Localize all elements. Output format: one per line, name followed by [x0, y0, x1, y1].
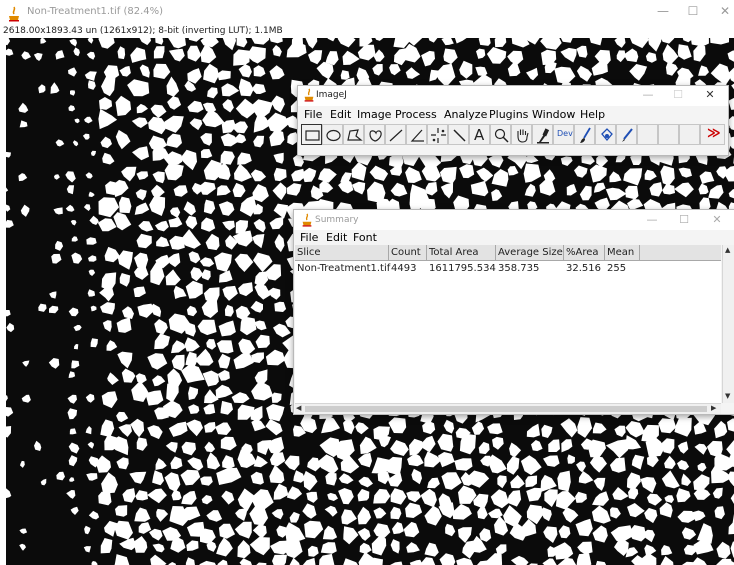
cell-total-area: 1611795.534: [429, 263, 496, 274]
summary-menubar: File Edit Font: [294, 231, 734, 245]
summary-menu-file[interactable]: File: [300, 231, 318, 244]
blank-tool-slot[interactable]: [637, 124, 658, 145]
brush-tool-icon[interactable]: [574, 124, 595, 145]
java-icon: [9, 6, 19, 22]
menu-analyze[interactable]: Analyze: [444, 108, 487, 121]
menu-plugins[interactable]: Plugins: [489, 108, 528, 121]
scroll-left-arrow-icon[interactable]: ◀: [296, 404, 301, 412]
imagej-window: ImageJ — ☐ ✕ File Edit Image Process Ana…: [297, 85, 729, 156]
text-tool-glyph: A: [474, 126, 485, 144]
image-info-line: 2618.00x1893.43 un (1261x912); 8-bit (in…: [3, 26, 283, 36]
cell-percent-area: 32.516: [566, 263, 601, 274]
close-button[interactable]: ✕: [698, 88, 722, 101]
column-header-count[interactable]: Count: [389, 245, 427, 260]
polygon-tool-icon[interactable]: [343, 124, 364, 145]
multipoint-tool-icon[interactable]: [427, 124, 448, 145]
blank-tool-slot[interactable]: [679, 124, 700, 145]
cell-count: 4493: [391, 263, 417, 274]
angle-tool-icon[interactable]: [406, 124, 427, 145]
menu-edit[interactable]: Edit: [330, 108, 351, 121]
scroll-right-arrow-icon[interactable]: ▶: [711, 404, 716, 412]
java-icon: [302, 213, 312, 227]
maximize-button[interactable]: ☐: [666, 88, 690, 101]
menu-process[interactable]: Process: [395, 108, 437, 121]
column-header-total-area[interactable]: Total Area: [427, 245, 496, 260]
scroll-up-arrow-icon[interactable]: ▲: [725, 246, 730, 254]
wand-tool-icon[interactable]: [448, 124, 469, 145]
maximize-button[interactable]: ☐: [681, 4, 705, 18]
cell-slice: Non-Treatment1.tif: [297, 263, 391, 274]
text-tool-icon[interactable]: A: [469, 124, 490, 145]
summary-title: Summary: [315, 215, 359, 225]
minimize-button[interactable]: —: [651, 4, 675, 18]
summary-window: Summary — ☐ ✕ File Edit Font Slice Count…: [293, 209, 734, 415]
table-header: Slice Count Total Area Average Size %Are…: [295, 245, 721, 261]
freehand-tool-icon[interactable]: [364, 124, 385, 145]
imagej-menubar: File Edit Image Process Analyze Plugins …: [298, 106, 728, 123]
pencil-tool-icon[interactable]: [616, 124, 637, 145]
more-tools-icon[interactable]: ≫: [700, 124, 725, 145]
line-tool-icon[interactable]: [385, 124, 406, 145]
column-header-slice[interactable]: Slice: [295, 245, 389, 260]
maximize-button[interactable]: ☐: [672, 213, 696, 226]
summary-menu-font[interactable]: Font: [353, 231, 377, 244]
close-button[interactable]: ✕: [713, 4, 734, 18]
imagej-titlebar[interactable]: ImageJ — ☐ ✕: [298, 86, 728, 106]
horizontal-scrollbar[interactable]: ◀ ▶: [295, 403, 721, 414]
menu-image[interactable]: Image: [357, 108, 391, 121]
flood-fill-tool-icon[interactable]: [595, 124, 616, 145]
summary-titlebar[interactable]: Summary — ☐ ✕: [294, 210, 734, 230]
horizontal-scroll-thumb[interactable]: [305, 406, 707, 412]
scroll-down-arrow-icon[interactable]: ▼: [725, 392, 730, 400]
developer-menu-icon[interactable]: Dev: [553, 124, 574, 145]
imagej-title: ImageJ: [316, 90, 347, 100]
summary-menu-edit[interactable]: Edit: [326, 231, 347, 244]
cell-mean: 255: [607, 263, 627, 274]
magnifier-tool-icon[interactable]: [490, 124, 511, 145]
cell-average-size: 358.735: [498, 263, 540, 274]
imagej-toolbar: A Dev ≫: [301, 124, 725, 146]
close-button[interactable]: ✕: [705, 213, 729, 226]
more-tools-glyph: ≫: [707, 126, 721, 141]
rectangle-tool-icon[interactable]: [301, 124, 322, 145]
table-row[interactable]: Non-Treatment1.tif 4493 1611795.534 358.…: [295, 262, 721, 276]
minimize-button[interactable]: —: [636, 88, 660, 101]
results-table: Slice Count Total Area Average Size %Are…: [295, 245, 721, 403]
hand-tool-icon[interactable]: [511, 124, 532, 145]
image-window-titlebar[interactable]: Non-Treatment1.tif (82.4%) — ☐ ✕: [0, 0, 734, 26]
color-picker-tool-icon[interactable]: [532, 124, 553, 145]
menu-window[interactable]: Window: [532, 108, 575, 121]
blank-tool-slot[interactable]: [658, 124, 679, 145]
oval-tool-icon[interactable]: [322, 124, 343, 145]
dev-glyph: Dev: [557, 129, 573, 138]
column-header-mean[interactable]: Mean: [605, 245, 640, 260]
minimize-button[interactable]: —: [640, 213, 664, 226]
vertical-scrollbar[interactable]: ▲ ▼: [722, 245, 734, 403]
column-header-average-size[interactable]: Average Size: [496, 245, 564, 260]
image-window-title: Non-Treatment1.tif (82.4%): [27, 6, 164, 17]
java-icon: [304, 88, 314, 102]
menu-help[interactable]: Help: [580, 108, 605, 121]
menu-file[interactable]: File: [304, 108, 322, 121]
column-header-percent-area[interactable]: %Area: [564, 245, 605, 260]
